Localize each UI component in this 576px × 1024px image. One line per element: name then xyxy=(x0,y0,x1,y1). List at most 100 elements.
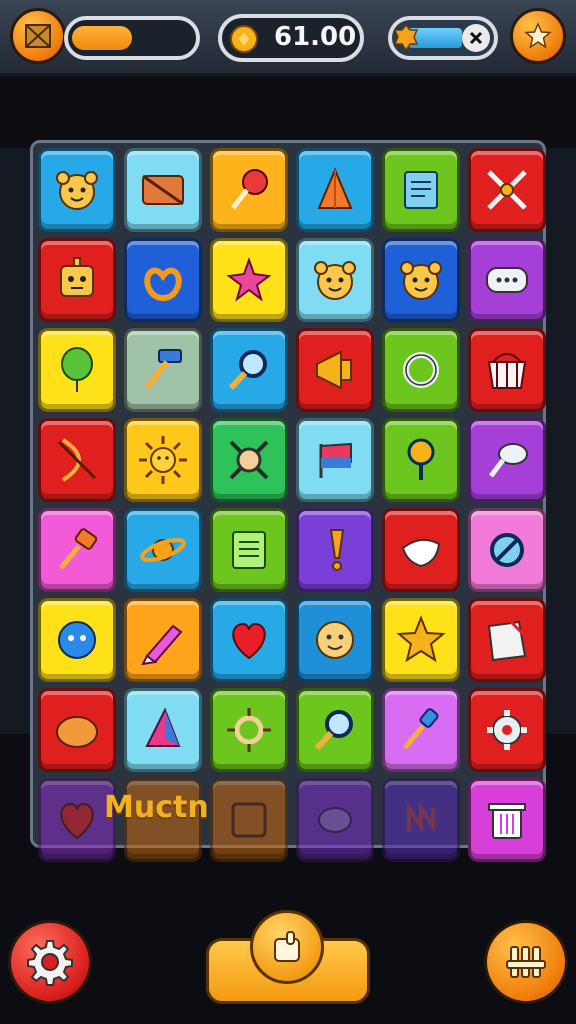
tile-r4-c1[interactable] xyxy=(38,418,116,502)
magnifier-icon xyxy=(228,350,267,391)
tile-r7-c2[interactable] xyxy=(124,688,202,772)
zigzag-icon xyxy=(407,801,435,833)
pretzel-icon xyxy=(144,267,182,301)
trash-icon xyxy=(488,803,526,839)
tile-r2-c3[interactable] xyxy=(210,238,288,322)
tile-r5-c4[interactable] xyxy=(296,508,374,592)
tile-r2-c1[interactable] xyxy=(38,238,116,322)
tile-r1-c5[interactable] xyxy=(382,148,460,232)
tile-r5-c5[interactable] xyxy=(382,508,460,592)
badge-icon xyxy=(393,23,419,52)
gear-icon xyxy=(27,940,73,986)
tile-r3-c5[interactable] xyxy=(382,328,460,412)
speech-icon xyxy=(318,807,352,833)
tile-r6-c5[interactable] xyxy=(382,598,460,682)
tile-r2-c2[interactable] xyxy=(124,238,202,322)
tile-r7-c6[interactable] xyxy=(468,688,546,772)
paintbrush-icon xyxy=(403,708,439,750)
saturn-icon xyxy=(140,538,186,562)
envelope-icon xyxy=(142,174,184,206)
top-bar: 61.00 xyxy=(0,0,576,76)
powerups-button[interactable] xyxy=(484,920,568,1004)
crayon-icon xyxy=(141,624,183,666)
settings-button[interactable] xyxy=(8,920,92,1004)
energy-bar xyxy=(64,16,200,60)
tile-r1-c4[interactable] xyxy=(296,148,374,232)
action-button-top[interactable] xyxy=(250,910,324,984)
robot-face-icon xyxy=(60,257,94,297)
tile-r3-c6[interactable] xyxy=(468,328,546,412)
tile-r4-c5[interactable] xyxy=(382,418,460,502)
star-icon xyxy=(524,22,552,49)
tile-r5-c6[interactable] xyxy=(468,508,546,592)
tile-r5-c1[interactable] xyxy=(38,508,116,592)
cone-icon xyxy=(317,167,353,209)
tile-r2-c5[interactable] xyxy=(382,238,460,322)
frame-icon xyxy=(231,802,267,838)
heart-icon xyxy=(232,622,266,660)
energy-bar-fill xyxy=(72,26,132,50)
flag-icon xyxy=(319,442,352,478)
exclamation-icon xyxy=(329,529,345,571)
map-button[interactable] xyxy=(10,8,66,64)
coin-icon xyxy=(230,25,258,53)
cloud-key-icon xyxy=(489,443,528,478)
tile-r3-c3[interactable] xyxy=(210,328,288,412)
tile-r1-c1[interactable] xyxy=(38,148,116,232)
tile-r5-c3[interactable] xyxy=(210,508,288,592)
tile-r4-c4[interactable] xyxy=(296,418,374,502)
tile-r3-c1[interactable] xyxy=(38,328,116,412)
chat-bubble-icon xyxy=(486,267,528,293)
tile-r6-c2[interactable] xyxy=(124,598,202,682)
tile-r7-c3[interactable] xyxy=(210,688,288,772)
tools-icon xyxy=(506,946,546,978)
tile-r1-c3[interactable] xyxy=(210,148,288,232)
match-label: Muctn xyxy=(104,790,209,825)
no-sign-icon xyxy=(490,533,524,567)
mallet-icon xyxy=(59,528,98,570)
tile-r3-c4[interactable] xyxy=(296,328,374,412)
bear-face-icon xyxy=(400,261,442,300)
tile-r4-c6[interactable] xyxy=(468,418,546,502)
star-button[interactable] xyxy=(510,8,566,64)
tile-r8-c4[interactable] xyxy=(296,778,374,862)
hammer-icon xyxy=(144,349,182,390)
gear-cross-icon xyxy=(229,440,269,480)
magnifier-icon xyxy=(314,710,353,751)
coins-panel: 61.00 xyxy=(218,14,364,62)
tile-r1-c6[interactable] xyxy=(468,148,546,232)
close-button[interactable] xyxy=(462,24,490,52)
tile-r6-c1[interactable] xyxy=(38,598,116,682)
puzzle-board xyxy=(30,140,546,862)
tile-r3-c2[interactable] xyxy=(124,328,202,412)
crossed-swords-icon xyxy=(487,170,527,210)
splash-icon xyxy=(401,538,441,568)
lollipop-icon xyxy=(231,169,268,210)
torn-paper-icon xyxy=(487,620,527,662)
tile-r4-c3[interactable] xyxy=(210,418,288,502)
tile-r4-c2[interactable] xyxy=(124,418,202,502)
blob-icon xyxy=(56,716,98,748)
tile-r5-c2[interactable] xyxy=(124,508,202,592)
tile-r2-c6[interactable] xyxy=(468,238,546,322)
tile-r7-c1[interactable] xyxy=(38,688,116,772)
tile-r6-c3[interactable] xyxy=(210,598,288,682)
coins-value: 61.00 xyxy=(274,22,357,52)
tile-r6-c4[interactable] xyxy=(296,598,374,682)
tile-r6-c6[interactable] xyxy=(468,598,546,682)
basket-icon xyxy=(487,353,527,389)
tile-r8-c3[interactable] xyxy=(210,778,288,862)
tile-r8-c6[interactable] xyxy=(468,778,546,862)
progress-panel xyxy=(388,16,498,60)
tile-r1-c2[interactable] xyxy=(124,148,202,232)
tile-r8-c5[interactable] xyxy=(382,778,460,862)
pennant-icon xyxy=(145,707,181,747)
tile-r2-c4[interactable] xyxy=(296,238,374,322)
tile-r7-c5[interactable] xyxy=(382,688,460,772)
bear-face-icon xyxy=(56,171,98,210)
starfish-icon xyxy=(226,257,272,302)
notepad-icon xyxy=(404,171,438,209)
notebook-icon xyxy=(232,531,266,569)
tile-r7-c4[interactable] xyxy=(296,688,374,772)
ring-icon xyxy=(403,352,439,388)
